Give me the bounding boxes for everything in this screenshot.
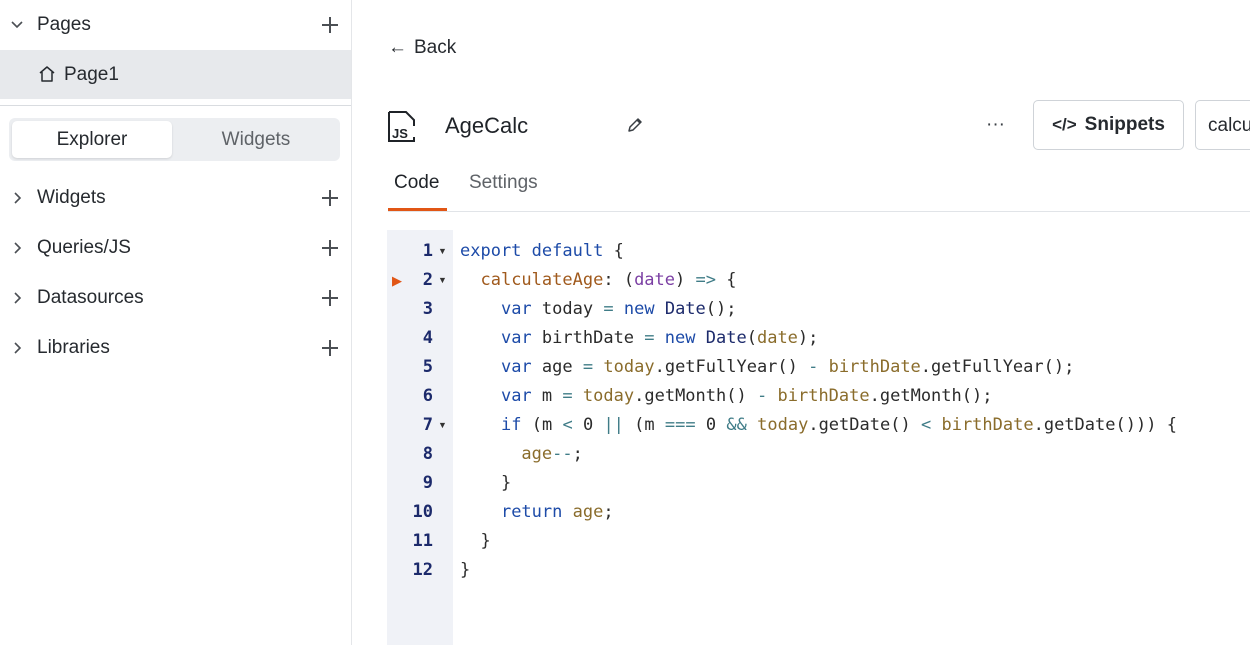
line-number: 12 xyxy=(412,560,433,580)
pages-header[interactable]: Pages xyxy=(0,0,351,50)
line-number: 1 xyxy=(422,241,433,261)
add-datasource-icon[interactable] xyxy=(322,290,338,306)
code-line: export default { xyxy=(460,241,624,261)
add-library-icon[interactable] xyxy=(322,340,338,356)
tree-item-datasources[interactable]: Datasources xyxy=(0,278,351,318)
sidebar: Pages Page1 Explorer Widgets Widgets Que… xyxy=(0,0,352,645)
page-item-label: Page1 xyxy=(64,64,119,85)
tree-item-label: Widgets xyxy=(37,187,106,208)
pages-title: Pages xyxy=(37,14,91,35)
line-number: 9 xyxy=(422,473,433,493)
js-object-name[interactable]: AgeCalc xyxy=(445,113,528,139)
arrow-left-icon: ← xyxy=(388,37,407,58)
js-file-icon: JS xyxy=(388,111,415,142)
add-query-icon[interactable] xyxy=(322,240,338,256)
line-number: 8 xyxy=(422,444,433,464)
more-options-icon[interactable]: ··· xyxy=(986,114,1005,136)
snippets-button[interactable]: </> Snippets xyxy=(1033,100,1184,150)
tree-item-label: Libraries xyxy=(37,337,110,358)
home-icon xyxy=(39,66,55,82)
code-line: var m = today.getMonth() - birthDate.get… xyxy=(500,386,993,406)
tree-item-libraries[interactable]: Libraries xyxy=(0,328,351,368)
fold-toggle-icon[interactable]: ▼ xyxy=(438,411,447,440)
tab-settings[interactable]: Settings xyxy=(469,172,538,194)
code-line: var today = new Date(); xyxy=(500,299,737,319)
line-number: 4 xyxy=(422,328,433,348)
explorer-widgets-toggle: Explorer Widgets xyxy=(9,118,340,161)
snippets-label: Snippets xyxy=(1084,114,1165,135)
line-number: 7 xyxy=(422,415,433,435)
svg-text:JS: JS xyxy=(392,126,408,141)
editor-tabs: Code Settings xyxy=(388,166,1250,212)
back-link[interactable]: ← Back xyxy=(388,37,456,59)
chevron-right-icon[interactable] xyxy=(10,241,24,255)
chevron-down-icon[interactable] xyxy=(10,17,24,31)
code-line: calculateAge: (date) => { xyxy=(480,270,737,290)
line-number: 10 xyxy=(412,502,433,522)
code-line: var birthDate = new Date(date); xyxy=(500,328,819,348)
tree-item-label: Queries/JS xyxy=(37,237,131,258)
line-number: 3 xyxy=(422,299,433,319)
code-line: } xyxy=(480,531,491,551)
code-line: } xyxy=(460,560,471,580)
chevron-right-icon[interactable] xyxy=(10,341,24,355)
function-select[interactable]: calcu xyxy=(1195,100,1250,150)
code-line: var age = today.getFullYear() - birthDat… xyxy=(500,357,1075,377)
code-icon: </> xyxy=(1052,115,1077,134)
tree-item-widgets[interactable]: Widgets xyxy=(0,178,351,218)
back-label: Back xyxy=(414,37,457,58)
fold-toggle-icon[interactable]: ▼ xyxy=(438,237,447,266)
tree-item-queries-js[interactable]: Queries/JS xyxy=(0,228,351,268)
tab-explorer[interactable]: Explorer xyxy=(12,121,172,158)
chevron-right-icon[interactable] xyxy=(10,291,24,305)
line-number: 5 xyxy=(422,357,433,377)
fold-toggle-icon[interactable]: ▼ xyxy=(438,266,447,295)
run-function-icon[interactable]: ▶ xyxy=(392,266,402,295)
add-widget-icon[interactable] xyxy=(322,190,338,206)
code-line: if (m < 0 || (m === 0 && today.getDate()… xyxy=(500,415,1177,435)
tab-widgets[interactable]: Widgets xyxy=(175,121,337,158)
add-page-icon[interactable] xyxy=(322,17,338,33)
pencil-icon[interactable] xyxy=(626,116,644,134)
line-number: 11 xyxy=(412,531,433,551)
divider xyxy=(0,105,351,106)
code-line: } xyxy=(500,473,512,493)
active-tab-indicator xyxy=(388,208,447,211)
tree-item-label: Datasources xyxy=(37,287,144,308)
code-line: age--; xyxy=(521,444,583,464)
line-number: 6 xyxy=(422,386,433,406)
tab-code[interactable]: Code xyxy=(394,172,439,194)
chevron-right-icon[interactable] xyxy=(10,191,24,205)
code-line: return age; xyxy=(500,502,614,522)
